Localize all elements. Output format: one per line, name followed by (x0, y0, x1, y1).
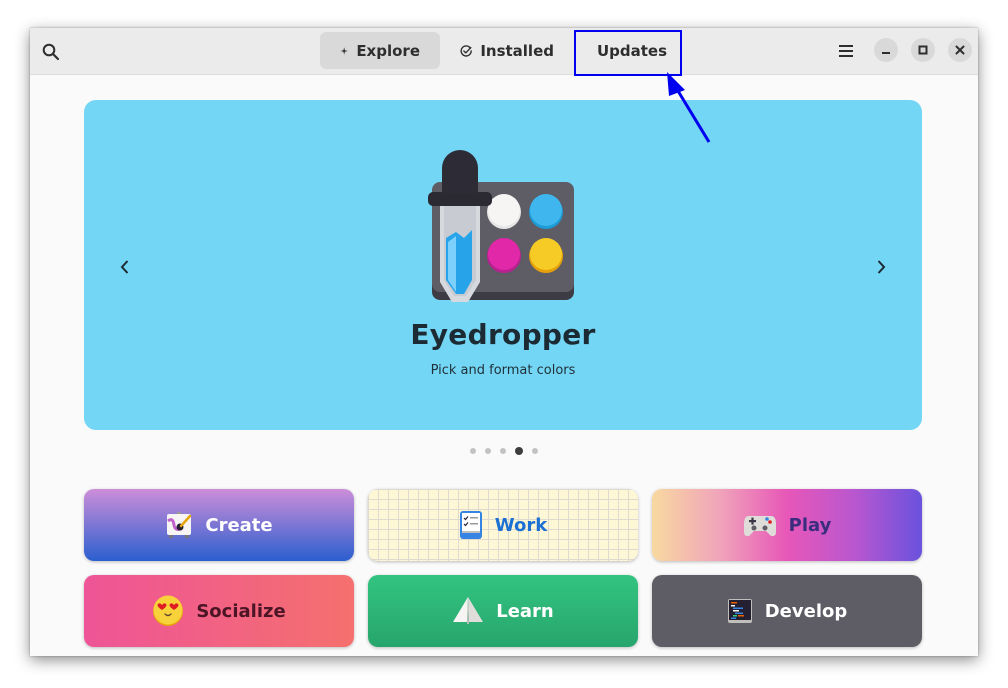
main-menu-button[interactable] (830, 35, 862, 67)
category-create-label: Create (205, 514, 273, 536)
carousel-previous-button[interactable] (108, 250, 142, 284)
category-work-label: Work (494, 514, 548, 536)
header-bar: Explore Installed Updates (30, 28, 978, 75)
category-work[interactable]: Work (368, 489, 638, 561)
tab-updates-label: Updates (596, 41, 668, 60)
featured-app-banner[interactable]: Eyedropper Pick and format colors (84, 100, 922, 430)
tab-explore-label: Explore (356, 41, 420, 60)
paint-easel-icon (167, 512, 192, 538)
paper-plane-icon (453, 597, 484, 624)
software-window: Explore Installed Updates Eyedropper Pic… (30, 28, 978, 656)
close-icon (955, 45, 965, 55)
gamepad-icon (743, 516, 776, 537)
close-button[interactable] (948, 38, 972, 62)
chevron-right-icon (877, 260, 886, 274)
hamburger-menu-icon (839, 45, 853, 57)
category-develop-label: Develop (764, 600, 848, 622)
heart-eyes-emoji-icon (153, 595, 184, 626)
minimize-button[interactable] (874, 38, 898, 62)
explore-page: Eyedropper Pick and format colors Create… (30, 76, 978, 656)
carousel-dot[interactable] (470, 448, 476, 454)
category-play-label: Play (788, 514, 832, 536)
category-socialize-label: Socialize (196, 600, 286, 622)
carousel-dot-active[interactable] (515, 447, 523, 455)
tab-updates[interactable]: Updates (574, 32, 682, 69)
carousel-dot[interactable] (485, 448, 491, 454)
category-play[interactable]: Play (652, 489, 922, 561)
carousel-indicator (470, 446, 538, 456)
tab-installed-label: Installed (480, 41, 554, 60)
minimize-icon (882, 52, 890, 54)
category-learn-label: Learn (496, 600, 554, 622)
category-learn[interactable]: Learn (368, 575, 638, 647)
checklist-icon (459, 511, 482, 539)
carousel-dot[interactable] (532, 448, 538, 454)
featured-app-name: Eyedropper (410, 318, 596, 351)
category-develop[interactable]: Develop (652, 575, 922, 647)
maximize-button[interactable] (911, 38, 935, 62)
category-socialize[interactable]: Socialize (84, 575, 354, 647)
eyedropper-app-icon (428, 150, 574, 302)
check-circle-icon (460, 44, 472, 57)
view-switcher: Explore Installed Updates (320, 32, 682, 69)
search-icon (42, 43, 60, 61)
featured-app-summary: Pick and format colors (430, 363, 576, 378)
chevron-left-icon (120, 260, 129, 274)
code-editor-icon (727, 599, 752, 623)
sparkle-icon (340, 46, 348, 55)
tab-explore[interactable]: Explore (320, 32, 440, 69)
tab-installed[interactable]: Installed (440, 32, 574, 69)
category-create[interactable]: Create (84, 489, 354, 561)
search-button[interactable] (34, 35, 68, 69)
carousel-dot[interactable] (500, 448, 506, 454)
carousel-next-button[interactable] (864, 250, 898, 284)
category-grid: Create Work Play Socialize Learn Develop (84, 489, 922, 647)
maximize-icon (918, 45, 928, 55)
